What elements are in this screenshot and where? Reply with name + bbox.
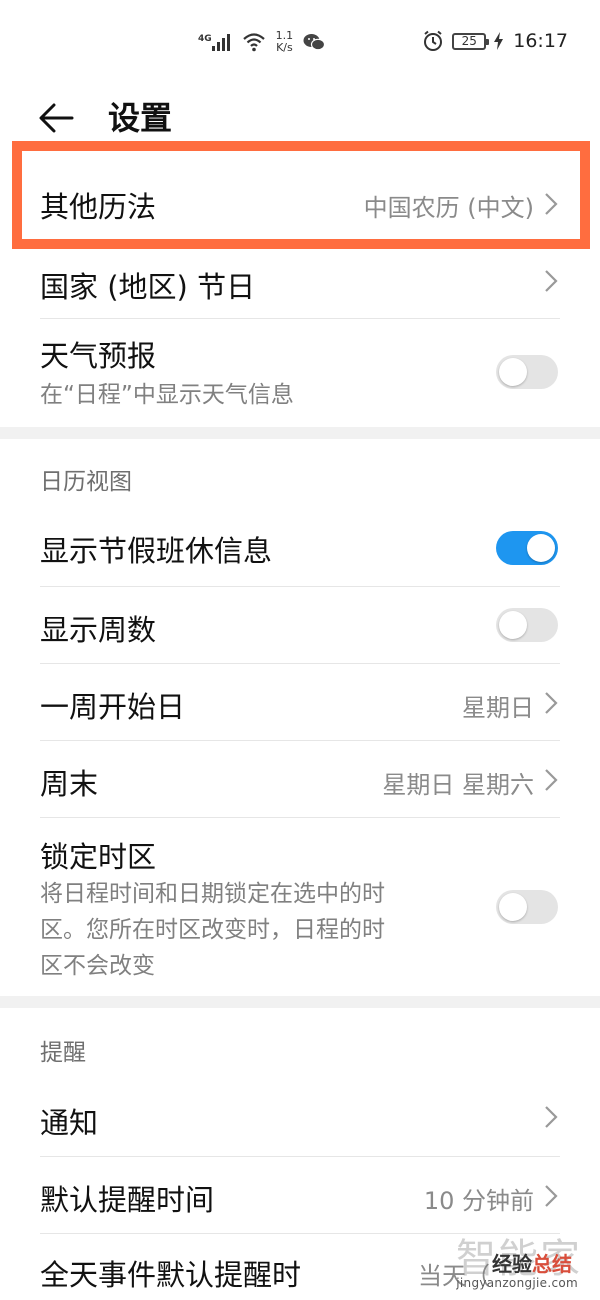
- wechat-icon: [303, 34, 326, 51]
- row-week-start[interactable]: 一周开始日 星期日: [0, 664, 600, 740]
- watermark-text: 经验总结: [492, 1248, 572, 1277]
- watermark: 智能家 经验总结 jingyanzongjie.com: [422, 1226, 582, 1296]
- toggle-knob: [499, 611, 527, 639]
- row-show-week-number[interactable]: 显示周数: [0, 587, 600, 663]
- signal-icon: [211, 34, 230, 51]
- section-gap: [0, 996, 600, 1008]
- status-left: 4G 1.1 K/s: [198, 30, 326, 54]
- row-label: 显示周数: [40, 613, 157, 647]
- charging-icon: [494, 32, 504, 50]
- chevron-right-icon: [545, 270, 558, 292]
- section-title-calendar-view: 日历视图: [40, 469, 132, 495]
- row-show-holiday-info[interactable]: 显示节假班休信息: [0, 510, 600, 586]
- row-sublabel-line-1: 将日程时间和日期锁定在选中的时: [40, 881, 385, 907]
- battery-indicator: 25: [452, 32, 490, 50]
- screen: 4G 1.1 K/s 25 16:17 设置 其他历法 中国农历 (中文) 国家…: [0, 0, 600, 1300]
- row-label: 默认提醒时间: [40, 1183, 215, 1217]
- row-label: 锁定时区: [40, 840, 157, 874]
- watermark-url: jingyanzongjie.com: [456, 1276, 578, 1290]
- battery-level: 25: [461, 33, 477, 48]
- row-holidays[interactable]: 国家 (地区) 节日: [0, 248, 600, 318]
- watermark-text-accent: 总结: [532, 1252, 572, 1276]
- row-lock-timezone[interactable]: 锁定时区 将日程时间和日期锁定在选中的时 区。您所在时区改变时，日程的时 区不会…: [0, 818, 600, 996]
- lock-timezone-toggle[interactable]: [496, 890, 558, 924]
- row-label: 显示节假班休信息: [40, 534, 273, 568]
- chevron-right-icon: [545, 1185, 558, 1207]
- row-value: 星期日 星期六: [382, 771, 534, 799]
- row-label: 一周开始日: [40, 690, 186, 724]
- week-number-toggle[interactable]: [496, 608, 558, 642]
- speed-unit: K/s: [276, 41, 293, 54]
- network-type: 4G: [198, 34, 212, 44]
- holiday-info-toggle[interactable]: [496, 531, 558, 565]
- row-label: 天气预报: [40, 339, 157, 373]
- toggle-knob: [499, 893, 527, 921]
- chevron-right-icon: [545, 1106, 558, 1128]
- status-right: 25 16:17: [422, 30, 568, 52]
- section-gap: [0, 427, 600, 439]
- header: 设置: [0, 88, 600, 148]
- row-weekend[interactable]: 周末 星期日 星期六: [0, 741, 600, 817]
- row-label: 全天事件默认提醒时: [40, 1258, 302, 1292]
- row-notification[interactable]: 通知: [0, 1080, 600, 1156]
- cellular-signal: 4G: [198, 33, 232, 51]
- page-title: 设置: [108, 99, 173, 137]
- section-title-reminder: 提醒: [40, 1040, 86, 1066]
- status-bar: 4G 1.1 K/s 25 16:17: [0, 0, 600, 88]
- back-arrow-icon: [39, 103, 74, 133]
- clock: 16:17: [513, 30, 568, 52]
- alarm-icon: [424, 30, 443, 51]
- row-value: 星期日: [462, 694, 534, 722]
- row-label: 周末: [40, 767, 99, 801]
- row-sublabel-line-3: 区不会改变: [40, 953, 155, 979]
- network-speed: 1.1 K/s: [276, 30, 294, 54]
- row-label: 国家 (地区) 节日: [40, 270, 256, 304]
- row-weather[interactable]: 天气预报 在“日程”中显示天气信息: [0, 319, 600, 427]
- wifi-icon: [242, 33, 265, 52]
- toggle-knob: [527, 534, 555, 562]
- toggle-knob: [499, 358, 527, 386]
- row-value: 10 分钟前: [423, 1187, 534, 1215]
- highlight-box: [12, 141, 590, 249]
- back-button[interactable]: [36, 98, 84, 138]
- row-default-reminder[interactable]: 默认提醒时间 10 分钟前: [0, 1157, 600, 1233]
- watermark-text-main: 经验: [492, 1252, 532, 1276]
- row-sublabel: 在“日程”中显示天气信息: [40, 382, 294, 408]
- row-label: 通知: [40, 1106, 99, 1140]
- weather-toggle[interactable]: [496, 355, 558, 389]
- row-sublabel-line-2: 区。您所在时区改变时，日程的时: [40, 917, 385, 943]
- chevron-right-icon: [545, 692, 558, 714]
- chevron-right-icon: [545, 769, 558, 791]
